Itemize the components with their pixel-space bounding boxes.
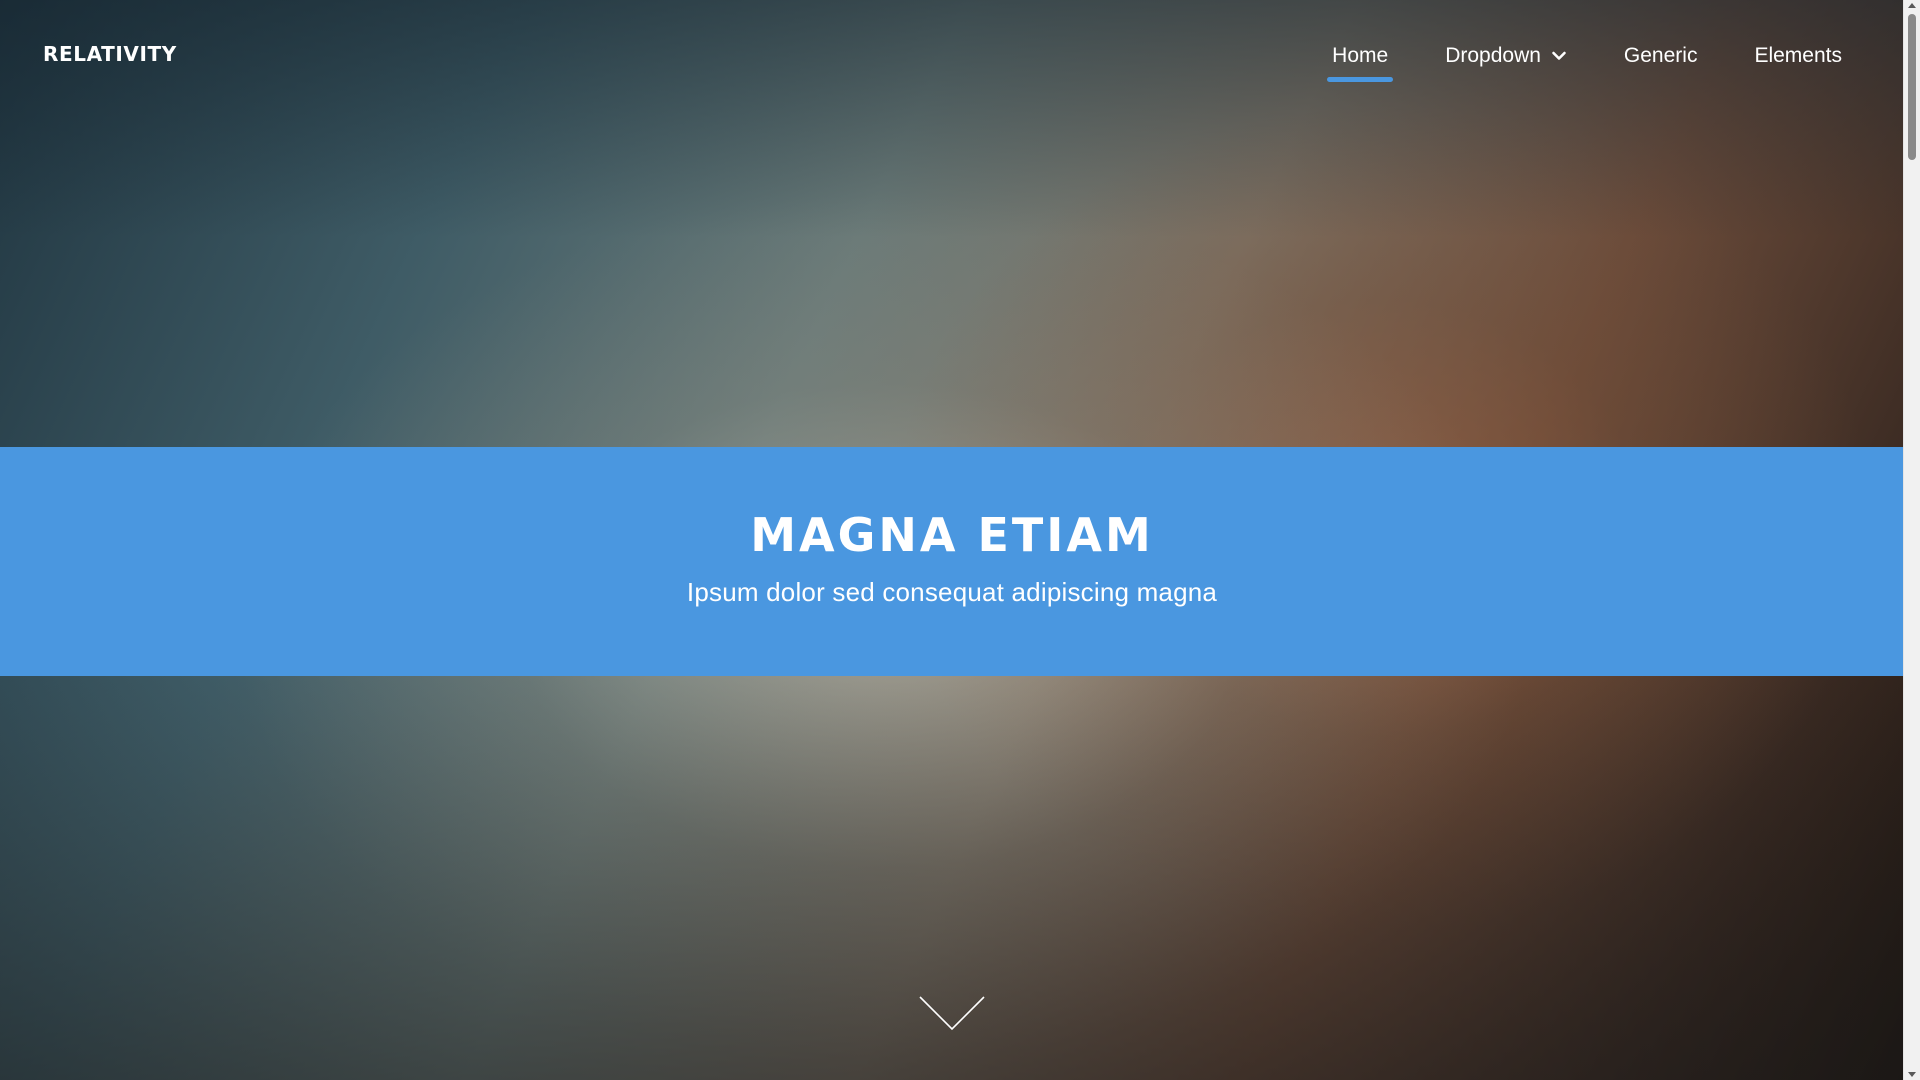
site-logo[interactable]: RELATIVITY	[43, 42, 177, 66]
scroll-down-icon[interactable]	[919, 996, 985, 1032]
hero-banner: MAGNA ETIAM Ipsum dolor sed consequat ad…	[0, 447, 1904, 676]
main-nav: Home Dropdown Generic Elements	[1280, 40, 1847, 82]
scroll-down-arrow-icon[interactable]	[1908, 1072, 1916, 1077]
nav-item-label: Generic	[1623, 44, 1698, 67]
vertical-scrollbar[interactable]	[1903, 0, 1920, 1080]
page: RELATIVITY Home Dropdown Generic Element…	[0, 0, 1920, 1080]
banner-title: MAGNA ETIAM	[750, 508, 1154, 562]
chevron-down-icon	[1552, 51, 1566, 60]
nav-item-label: Dropdown	[1445, 44, 1541, 67]
site-header: RELATIVITY Home Dropdown Generic Element…	[0, 0, 1904, 112]
banner-subtitle: Ipsum dolor sed consequat adipiscing mag…	[686, 576, 1218, 607]
nav-item-generic[interactable]: Generic	[1619, 40, 1703, 82]
scroll-up-arrow-icon[interactable]	[1908, 3, 1916, 8]
scrollbar-thumb[interactable]	[1908, 14, 1916, 160]
nav-item-elements[interactable]: Elements	[1749, 40, 1847, 82]
nav-item-home[interactable]: Home	[1327, 40, 1394, 82]
nav-item-dropdown[interactable]: Dropdown	[1440, 40, 1572, 82]
nav-item-label: Home	[1332, 44, 1389, 67]
nav-item-label: Elements	[1754, 44, 1842, 67]
